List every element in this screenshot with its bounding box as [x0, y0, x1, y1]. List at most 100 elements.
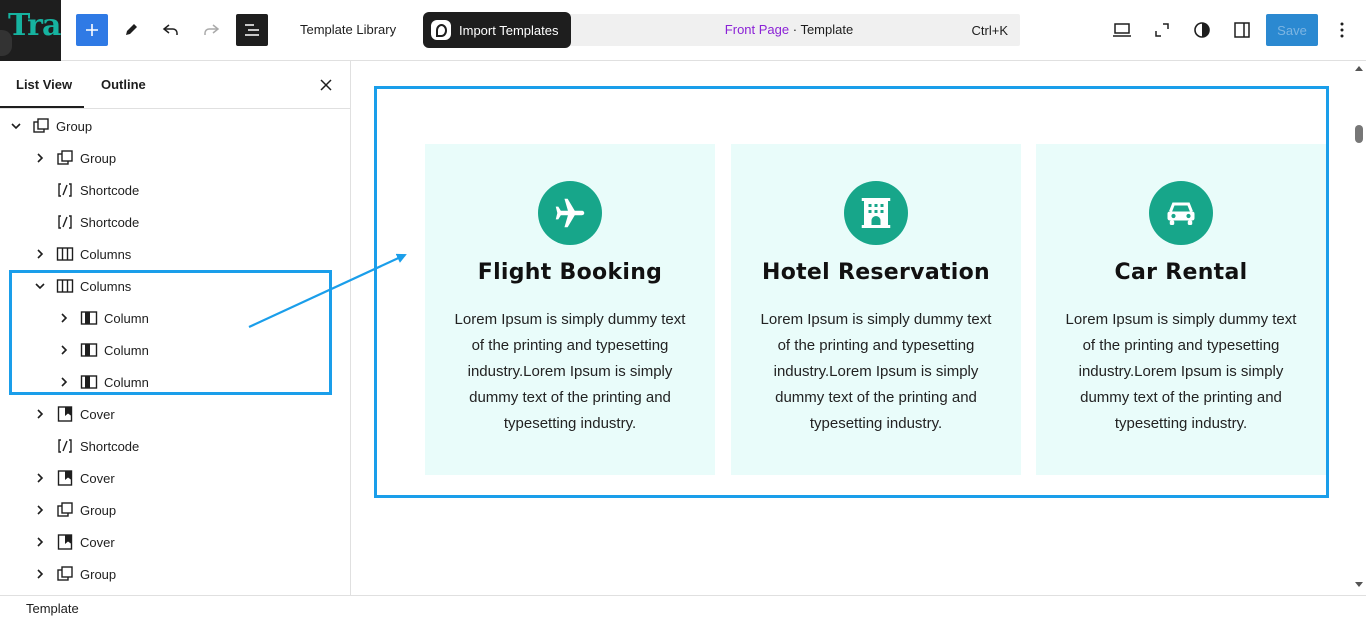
editor-header: Tra Template Library Front Page · Templa… — [0, 0, 1366, 61]
options-button[interactable] — [1326, 14, 1358, 46]
service-card-hotel[interactable]: Hotel Reservation Lorem Ipsum is simply … — [731, 144, 1021, 475]
tree-item-shortcode[interactable]: Shortcode — [32, 174, 139, 206]
card-icon-circle — [538, 181, 602, 245]
close-icon — [320, 79, 332, 91]
cover-icon — [56, 469, 74, 487]
plus-icon — [86, 24, 98, 36]
contrast-icon — [1194, 22, 1210, 38]
pencil-icon — [126, 24, 137, 35]
columns-icon — [56, 245, 74, 263]
settings-sidebar-button[interactable] — [1226, 14, 1258, 46]
tree-item-cover[interactable]: Cover — [32, 462, 115, 494]
tree-item-cover[interactable]: Cover — [32, 526, 115, 558]
import-templates-button[interactable]: Import Templates — [423, 12, 571, 48]
template-library-link[interactable]: Template Library — [300, 22, 396, 37]
scrollbar-thumb[interactable] — [1355, 125, 1363, 143]
breadcrumb-item[interactable]: Template — [26, 601, 79, 616]
tree-item-label: Cover — [80, 470, 115, 486]
chevron-right-icon[interactable] — [32, 534, 48, 550]
tab-list-view[interactable]: List View — [16, 77, 72, 92]
expand-icon — [1155, 23, 1169, 37]
card-title[interactable]: Flight Booking — [425, 260, 715, 285]
card-title[interactable]: Hotel Reservation — [731, 260, 1021, 285]
command-palette-bar[interactable]: Front Page · Template Ctrl+K — [566, 14, 1020, 46]
title-separator: · — [789, 22, 801, 37]
tree-item-shortcode[interactable]: Shortcode — [32, 206, 139, 238]
styles-button[interactable] — [1186, 14, 1218, 46]
cover-icon — [56, 405, 74, 423]
card-title[interactable]: Car Rental — [1036, 260, 1326, 285]
undo-icon — [162, 24, 178, 35]
fullscreen-button[interactable] — [1146, 14, 1178, 46]
tree-item-label: Columns — [80, 246, 132, 262]
chevron-down-icon[interactable] — [8, 118, 24, 134]
tab-outline[interactable]: Outline — [101, 77, 146, 92]
tree-item-label: Group — [80, 502, 117, 518]
chevron-right-icon[interactable] — [32, 406, 48, 422]
tree-item-group[interactable]: Group — [32, 142, 116, 174]
active-tab-indicator — [0, 106, 84, 108]
group-icon — [56, 501, 74, 519]
list-view-icon — [245, 24, 259, 36]
document-overview-button[interactable] — [236, 14, 268, 46]
redo-button[interactable] — [195, 14, 227, 46]
tree-item-cover[interactable]: Cover — [32, 398, 115, 430]
tree-item-label: Cover — [80, 534, 115, 550]
airplane-icon — [555, 198, 585, 228]
shortcut-hint: Ctrl+K — [971, 23, 1008, 38]
more-vertical-icon — [1340, 22, 1344, 38]
hotel-icon — [861, 198, 891, 228]
document-title: Front Page · Template — [566, 22, 1012, 37]
tree-item-label: Shortcode — [80, 438, 140, 454]
tree-item-group[interactable]: Group — [32, 494, 116, 526]
group-icon — [32, 117, 50, 135]
undo-button[interactable] — [155, 14, 187, 46]
document-type: Template — [800, 22, 854, 37]
group-icon — [56, 149, 74, 167]
shortcode-icon — [56, 181, 74, 199]
tools-button[interactable] — [115, 14, 147, 46]
shortcode-icon — [56, 213, 74, 231]
page-name: Front Page — [724, 22, 790, 37]
add-block-button[interactable] — [76, 14, 108, 46]
import-logo-icon — [431, 20, 451, 40]
redo-icon — [204, 24, 220, 35]
editor-canvas[interactable]: Flight Booking Lorem Ipsum is simply dum… — [351, 61, 1366, 595]
tree-item-shortcode[interactable]: Shortcode — [32, 430, 139, 462]
card-body[interactable]: Lorem Ipsum is simply dummy text of the … — [1058, 307, 1304, 437]
block-breadcrumb-bar: Template — [0, 595, 1366, 620]
close-sidebar-button[interactable] — [316, 75, 336, 95]
selected-columns-block[interactable]: Flight Booking Lorem Ipsum is simply dum… — [374, 86, 1329, 498]
group-icon — [56, 565, 74, 583]
scroll-up-arrow[interactable] — [1355, 66, 1363, 71]
tree-item-label: Group — [80, 150, 117, 166]
tree-item-label: Group — [56, 118, 93, 134]
chevron-right-icon[interactable] — [32, 150, 48, 166]
tree-item-label: Group — [80, 566, 117, 582]
tree-item-columns[interactable]: Columns — [32, 238, 131, 270]
tree-item-label: Shortcode — [80, 182, 140, 198]
chevron-right-icon[interactable] — [32, 470, 48, 486]
highlight-box — [9, 270, 332, 395]
canvas-scrollbar[interactable] — [1352, 61, 1366, 595]
save-button[interactable]: Save — [1266, 14, 1318, 46]
device-preview-button[interactable] — [1106, 14, 1138, 46]
chevron-right-icon[interactable] — [32, 246, 48, 262]
cover-icon — [56, 533, 74, 551]
tree-item-group[interactable]: Group — [8, 110, 92, 142]
service-card-car[interactable]: Car Rental Lorem Ipsum is simply dummy t… — [1036, 144, 1326, 475]
scroll-down-arrow[interactable] — [1355, 582, 1363, 587]
chevron-right-icon[interactable] — [32, 566, 48, 582]
tree-item-label: Cover — [80, 406, 115, 422]
logo-text: Tra — [8, 8, 61, 43]
list-view-sidebar: List View Outline Group Group Shortcode Sho… — [0, 61, 351, 595]
chevron-right-icon[interactable] — [32, 502, 48, 518]
tree-item-label: Shortcode — [80, 214, 140, 230]
service-card-flight[interactable]: Flight Booking Lorem Ipsum is simply dum… — [425, 144, 715, 475]
card-icon-circle — [1149, 181, 1213, 245]
car-icon — [1167, 202, 1195, 225]
card-body[interactable]: Lorem Ipsum is simply dummy text of the … — [447, 307, 693, 437]
tree-item-group[interactable]: Group — [32, 558, 116, 590]
card-body[interactable]: Lorem Ipsum is simply dummy text of the … — [753, 307, 999, 437]
site-logo[interactable]: Tra — [0, 0, 61, 61]
